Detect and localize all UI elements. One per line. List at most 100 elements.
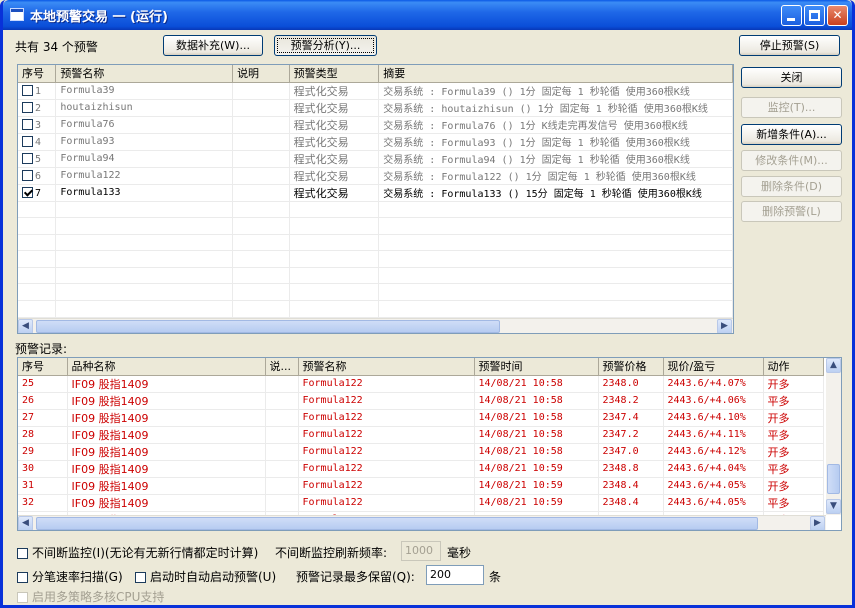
table-row[interactable]: 1 Formula39 程式化交易 交易系统 : Formula39 () 1分 固定… [18,82,733,100]
table-row[interactable]: 6 Formula122 程式化交易 交易系统 : Formula122 () 1分 … [18,167,733,185]
minimize-button[interactable] [781,5,802,26]
table-row[interactable]: 5 Formula94 程式化交易 交易系统 : Formula94 () 1分 固定… [18,150,733,168]
row-number-cell[interactable]: 5 [18,150,57,168]
continuous-monitor-checkbox[interactable]: 不间断监控(I)(无论有无新行情都定时计算) [17,544,258,561]
table-row[interactable]: 25 IF09 股指1409 Formula122 14/08/21 10:58 234… [18,375,824,393]
alert-column-header[interactable]: 序号 [18,65,57,83]
checked-checkbox-icon[interactable] [22,186,33,198]
scroll-thumb[interactable] [36,517,758,530]
record-time-cell: 14/08/21 10:58 [474,375,599,393]
table-row[interactable]: 32 IF09 股指1409 Formula122 14/08/21 10:59 234… [18,494,824,512]
title-bar[interactable]: 本地预警交易 一 (运行) ✕ [3,0,852,30]
table-row[interactable]: 27 IF09 股指1409 Formula122 14/08/21 10:58 234… [18,409,824,427]
auto-start-checkbox[interactable]: 启动时自动启动预警(U) [135,568,276,585]
alert-summary-cell: 交易系统 : Formula122 () 1分 固定每 1 秒轮循 使用360根… [378,167,733,185]
modify-condition-button[interactable]: 修改条件(M)... [741,150,842,171]
row-number-cell[interactable]: 2 [18,99,57,117]
alert-column-header[interactable]: 预警名称 [55,65,234,83]
main-window: 本地预警交易 一 (运行) ✕ 共有 34 个预警 数据补充(W)... 预警分… [0,0,855,608]
scroll-down-arrow-icon[interactable]: ▼ [826,499,841,514]
checkbox-icon[interactable] [22,152,33,164]
scroll-left-arrow-icon[interactable]: ◀ [18,516,33,530]
close-button[interactable]: 关闭 [741,67,842,88]
table-row[interactable]: 2 houtaizhisun 程式化交易 交易系统 : houtaizhisun ()… [18,99,733,117]
record-column-header[interactable]: 现价/盈亏 [663,358,764,376]
record-action-cell: 平多 [763,392,824,410]
record-column-header[interactable]: 说... [265,358,299,376]
monitor-button[interactable]: 监控(T)... [741,97,842,118]
scroll-left-arrow-icon[interactable]: ◀ [18,319,33,333]
record-column-header[interactable]: 序号 [18,358,68,376]
record-column-header[interactable]: 预警价格 [598,358,664,376]
add-condition-button[interactable]: 新增条件(A)... [741,124,842,145]
checkbox-icon[interactable] [17,592,28,603]
row-number: 3 [35,119,42,131]
row-number-cell[interactable]: 7 [18,184,57,202]
checkbox-icon[interactable] [135,572,146,583]
table-row[interactable]: 4 Formula93 程式化交易 交易系统 : Formula93 () 1分 固定… [18,133,733,151]
record-table-vscrollbar[interactable]: ▲ ▼ [826,358,841,515]
alert-analysis-button[interactable]: 预警分析(Y)... [274,35,377,56]
record-desc-cell [265,443,299,461]
record-price-cell: 2347.4 [598,409,664,427]
table-row[interactable]: 31 IF09 股指1409 Formula122 14/08/21 10:59 234… [18,477,824,495]
record-column-header[interactable]: 动作 [763,358,824,376]
row-number-cell[interactable]: 1 [18,82,57,100]
scroll-right-arrow-icon[interactable]: ▶ [810,516,825,530]
record-alert-name-cell: Formula122 [298,409,475,427]
table-row[interactable]: 29 IF09 股指1409 Formula122 14/08/21 10:58 234… [18,443,824,461]
delete-condition-button[interactable]: 删除条件(D) [741,176,842,197]
alert-table-hscrollbar[interactable]: ◀ ▶ [18,318,733,333]
record-column-header[interactable]: 预警时间 [474,358,599,376]
alert-table-grid: 序号 预警名称 说明 预警类型 摘要 1 Formula39 程式化交易 交易系统 : For… [18,65,733,318]
refresh-rate-input[interactable]: 1000 [401,541,441,561]
checkbox-icon[interactable] [22,169,33,181]
stop-alert-button[interactable]: 停止预警(S) [739,35,840,56]
checkbox-icon[interactable] [22,101,33,113]
table-row[interactable]: 28 IF09 股指1409 Formula122 14/08/21 10:58 234… [18,426,824,444]
empty-row [18,283,733,302]
alert-desc-cell [232,167,290,185]
row-number-cell[interactable]: 4 [18,133,57,151]
table-row[interactable]: 7 Formula133 程式化交易 交易系统 : Formula133 () 15分… [18,184,733,202]
row-number-cell[interactable]: 6 [18,167,57,185]
checkbox-icon[interactable] [22,118,33,130]
empty-cell [18,217,57,235]
alert-column-header[interactable]: 预警类型 [289,65,380,83]
table-row[interactable]: 26 IF09 股指1409 Formula122 14/08/21 10:58 234… [18,392,824,410]
maximize-button[interactable] [804,5,825,26]
table-row[interactable]: 3 Formula76 程式化交易 交易系统 : Formula76 () 1分 K线… [18,116,733,134]
empty-cell [378,267,733,285]
empty-cell [18,201,57,219]
delete-alert-button[interactable]: 删除预警(L) [741,201,842,222]
checkbox-icon[interactable] [22,135,33,147]
checkbox-icon[interactable] [17,572,28,583]
tick-scan-checkbox[interactable]: 分笔速率扫描(G) [17,568,123,585]
multi-cpu-checkbox[interactable]: 启用多策略多核CPU支持 [17,588,164,605]
scroll-right-arrow-icon[interactable]: ▶ [717,319,732,333]
record-table[interactable]: 序号 品种名称 说... 预警名称 预警时间 预警价格 现价/盈亏 动作 25 IF09 股指1… [17,357,842,531]
alert-table[interactable]: 序号 预警名称 说明 预警类型 摘要 1 Formula39 程式化交易 交易系统 : For… [17,64,734,334]
max-records-input[interactable]: 200 [426,565,484,585]
checkbox-icon[interactable] [17,548,28,559]
checkbox-icon[interactable] [22,84,33,96]
record-alert-name-cell: Formula122 [298,477,475,495]
empty-cell [378,300,733,318]
record-column-header[interactable]: 品种名称 [67,358,266,376]
close-window-button[interactable]: ✕ [827,5,848,26]
record-alert-name-cell: Formula122 [298,392,475,410]
record-symbol-cell: IF09 股指1409 [67,426,266,444]
row-number-cell[interactable]: 3 [18,116,57,134]
record-table-hscrollbar[interactable]: ◀ ▶ [18,515,826,530]
table-row[interactable]: 30 IF09 股指1409 Formula122 14/08/21 10:59 234… [18,460,824,478]
scroll-thumb[interactable] [36,320,500,333]
record-column-header[interactable]: 预警名称 [298,358,475,376]
alert-column-header[interactable]: 说明 [232,65,290,83]
vscroll-thumb[interactable] [827,464,840,494]
data-supplement-button[interactable]: 数据补充(W)... [163,35,263,56]
scroll-up-arrow-icon[interactable]: ▲ [826,358,841,373]
empty-cell [232,267,290,285]
record-time-cell: 14/08/21 10:58 [474,409,599,427]
empty-cell [289,201,380,219]
alert-column-header[interactable]: 摘要 [378,65,733,83]
